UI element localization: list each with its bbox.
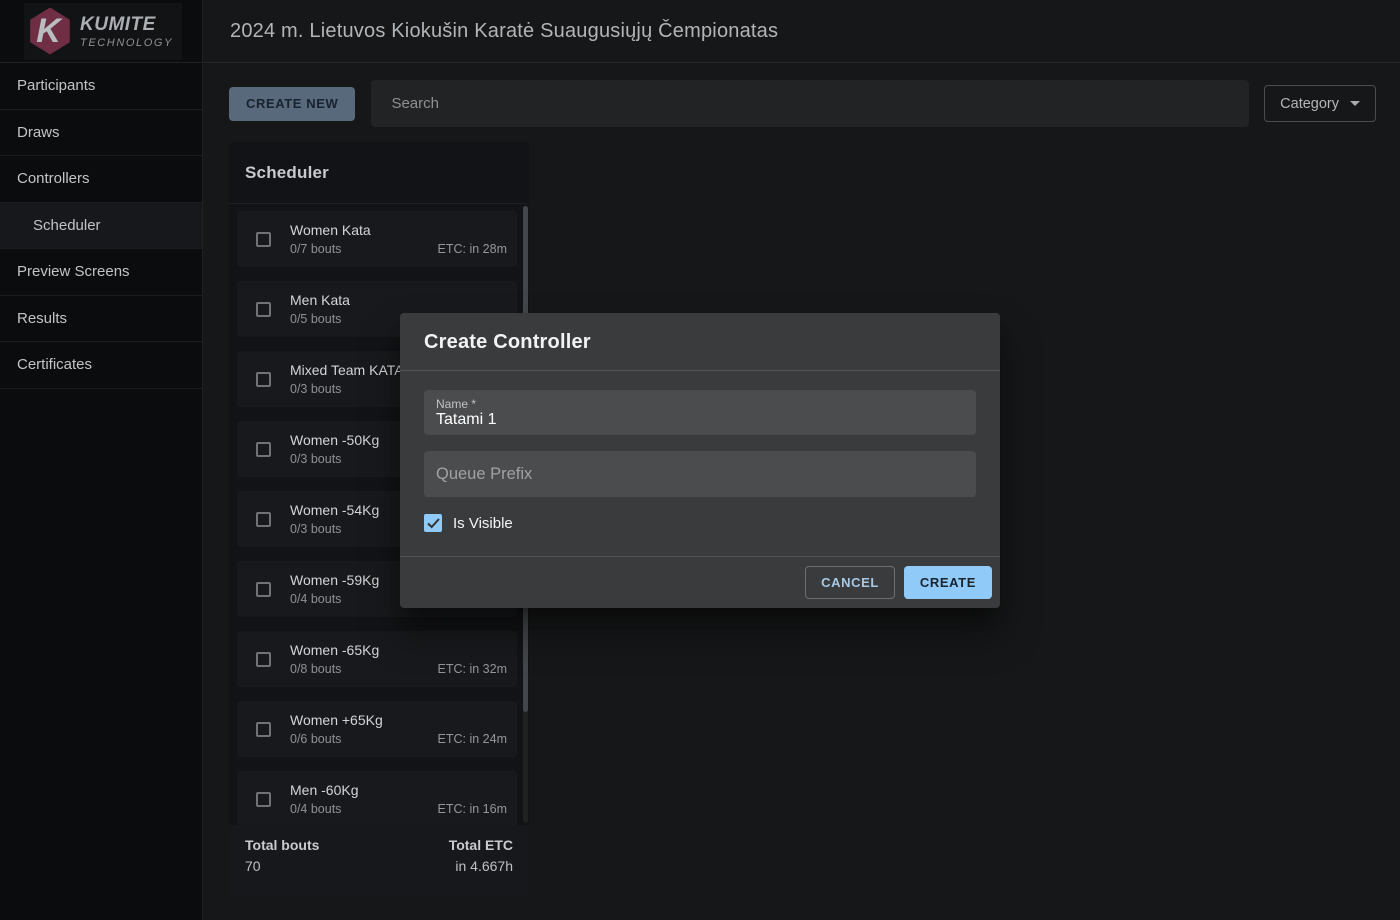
dialog-title: Create Controller <box>424 331 976 354</box>
name-field: Name * <box>424 390 976 435</box>
name-input[interactable] <box>436 410 964 430</box>
is-visible-row[interactable]: Is Visible <box>424 514 976 532</box>
is-visible-label: Is Visible <box>453 515 513 532</box>
cancel-button[interactable]: CANCEL <box>805 566 895 599</box>
dialog-header: Create Controller <box>400 313 1000 371</box>
dialog-body: Name * Is Visible <box>400 371 1000 556</box>
create-button[interactable]: CREATE <box>904 566 992 599</box>
create-controller-dialog: Create Controller Name * Is Visible CANC… <box>400 313 1000 608</box>
queue-prefix-input[interactable] <box>424 451 976 497</box>
name-field-label: Name * <box>436 397 476 411</box>
queue-prefix-field <box>424 451 976 497</box>
check-icon <box>427 518 440 529</box>
is-visible-checkbox[interactable] <box>424 514 442 532</box>
dialog-actions: CANCEL CREATE <box>400 556 1000 608</box>
